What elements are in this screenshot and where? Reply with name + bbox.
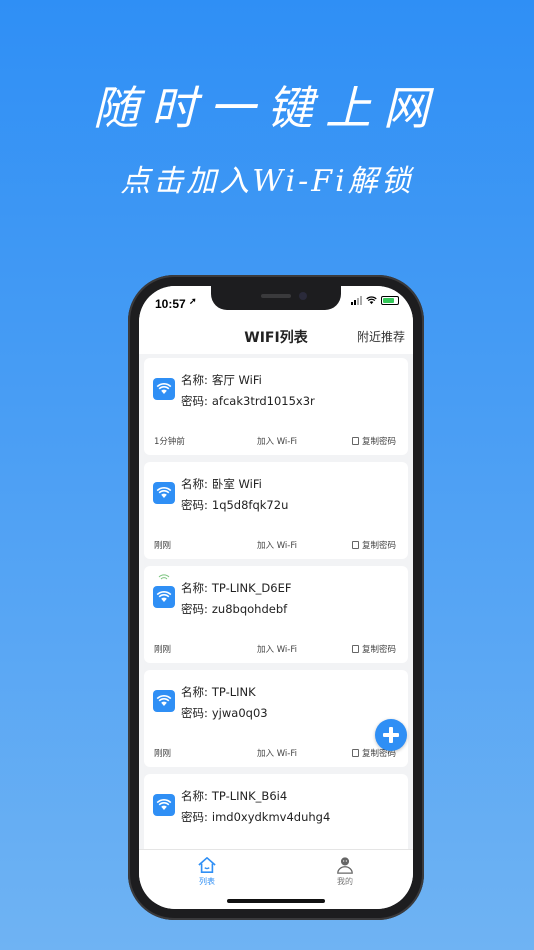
wifi-password: zu8bqohdebf (211, 602, 288, 616)
name-label: 名称: (181, 477, 208, 491)
wifi-icon (153, 378, 175, 400)
notch (211, 286, 341, 310)
wifi-status-icon (366, 296, 377, 305)
name-label: 名称: (181, 581, 208, 595)
wifi-password: 1q5d8fqk72u (211, 498, 289, 512)
copy-password-button[interactable]: 复制密码 (351, 643, 396, 655)
wifi-name: 卧室 WiFi (211, 477, 262, 491)
wifi-icon (153, 794, 175, 816)
name-label: 名称: (181, 789, 208, 803)
phone-frame: 10:57 ➚ WIFI列表 附近推荐 名称: 客厅 WiFi 密码: afca… (128, 275, 424, 920)
hero-subtitle: 点击加入Wi-Fi解锁 (120, 164, 414, 199)
home-indicator (227, 899, 325, 903)
name-label: 名称: (181, 373, 208, 387)
phone-screen: 10:57 ➚ WIFI列表 附近推荐 名称: 客厅 WiFi 密码: afca… (139, 286, 413, 909)
password-label: 密码: (181, 498, 208, 512)
password-label: 密码: (181, 602, 208, 616)
weak-signal-icon (158, 574, 170, 580)
copy-password-label: 复制密码 (361, 437, 396, 447)
wifi-icon (153, 482, 175, 504)
wifi-name: TP-LINK_D6EF (211, 581, 292, 595)
wifi-time: 刚刚 (154, 749, 172, 759)
copy-password-button[interactable]: 复制密码 (351, 539, 396, 551)
wifi-list: 名称: 客厅 WiFi 密码: afcak3trd1015x3r 1分钟前 加入 W… (144, 358, 408, 878)
wifi-icon (153, 586, 175, 608)
battery-icon (381, 296, 399, 305)
status-time: 10:57 (155, 297, 186, 311)
password-label: 密码: (181, 394, 208, 408)
add-wifi-button[interactable] (375, 719, 407, 751)
wifi-card[interactable]: 名称: 客厅 WiFi 密码: afcak3trd1015x3r 1分钟前 加入 W… (144, 358, 408, 455)
wifi-time: 刚刚 (154, 541, 172, 551)
home-icon (198, 856, 216, 874)
password-label: 密码: (181, 810, 208, 824)
tab-mine[interactable]: 我的 (315, 856, 375, 887)
join-wifi-button[interactable]: 加入 Wi-Fi (257, 435, 297, 447)
join-wifi-button[interactable]: 加入 Wi-Fi (257, 747, 297, 759)
join-wifi-button[interactable]: 加入 Wi-Fi (257, 643, 297, 655)
wifi-name: TP-LINK_B6i4 (211, 789, 288, 803)
wifi-name: TP-LINK (211, 685, 256, 699)
copy-icon (351, 645, 359, 653)
copy-icon (351, 437, 359, 445)
cellular-signal-icon (351, 296, 362, 305)
wifi-card[interactable]: 名称: TP-LINK 密码: yjwa0q03 刚刚 加入 Wi-Fi 复制密码 (144, 670, 408, 767)
hero-title: 随时一键上网 (93, 81, 441, 135)
wifi-password: imd0xydkmv4duhg4 (211, 810, 331, 824)
tab-list[interactable]: 列表 (177, 856, 237, 887)
wifi-time: 刚刚 (154, 645, 172, 655)
copy-password-label: 复制密码 (361, 645, 396, 655)
user-icon (337, 857, 353, 874)
nearby-recommend-button[interactable]: 附近推荐 (357, 328, 405, 345)
copy-password-button[interactable]: 复制密码 (351, 435, 396, 447)
nav-bar: WIFI列表 附近推荐 (139, 320, 413, 354)
name-label: 名称: (181, 685, 208, 699)
join-wifi-button[interactable]: 加入 Wi-Fi (257, 539, 297, 551)
wifi-icon (153, 690, 175, 712)
location-arrow-icon: ➚ (189, 296, 197, 306)
password-label: 密码: (181, 706, 208, 720)
wifi-time: 1分钟前 (154, 437, 185, 447)
tab-list-label: 列表 (199, 877, 215, 886)
wifi-card[interactable]: 名称: TP-LINK_D6EF 密码: zu8bqohdebf 刚刚 加入 Wi-… (144, 566, 408, 663)
wifi-name: 客厅 WiFi (211, 373, 262, 387)
wifi-card[interactable]: 名称: 卧室 WiFi 密码: 1q5d8fqk72u 刚刚 加入 Wi-Fi 复制… (144, 462, 408, 559)
wifi-password: afcak3trd1015x3r (211, 394, 315, 408)
wifi-password: yjwa0q03 (211, 706, 268, 720)
copy-icon (351, 541, 359, 549)
copy-password-label: 复制密码 (361, 541, 396, 551)
tab-mine-label: 我的 (337, 877, 353, 886)
copy-icon (351, 749, 359, 757)
